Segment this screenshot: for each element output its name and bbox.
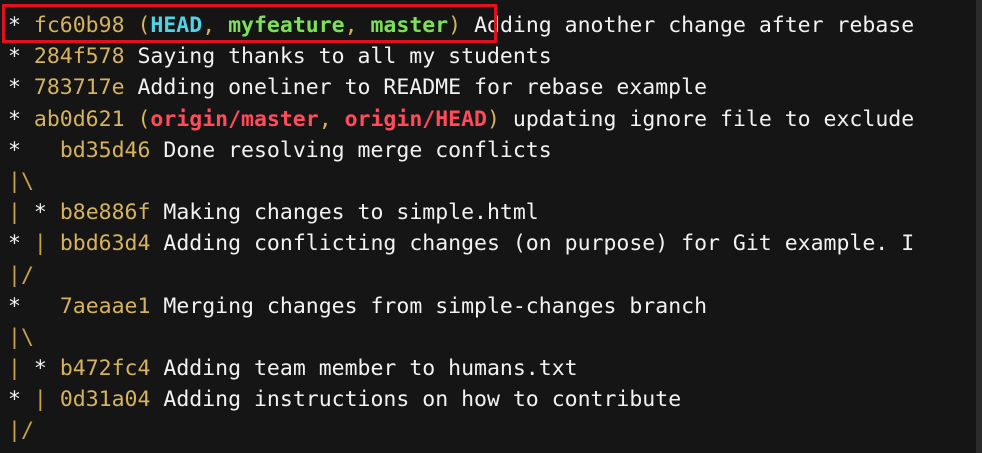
commit-line: * fc60b98 (HEAD, myfeature, master) Addi…	[8, 10, 914, 41]
ref-paren-close: )	[486, 106, 500, 132]
graph-glyphs: *	[8, 106, 21, 132]
ref-label: master	[370, 13, 449, 38]
commit-line: * | 0d31a04 Adding instructions on how t…	[8, 384, 914, 415]
graph-line: |\	[8, 166, 914, 197]
commit-hash: ab0d621	[33, 106, 125, 132]
ref-paren-open: (	[137, 106, 151, 132]
terminal-window: * fc60b98 (HEAD, myfeature, master) Addi…	[0, 0, 982, 453]
commit-message: Saying thanks to all my students	[137, 44, 552, 70]
commit-line: * 7aeaae1 Merging changes from simple-ch…	[8, 291, 914, 322]
commit-line: * 284f578 Saying thanks to all my studen…	[8, 41, 914, 72]
commit-message: updating ignore file to exclude	[512, 106, 915, 132]
graph-line: |/	[8, 415, 914, 446]
ref-label: HEAD	[150, 13, 203, 38]
ref-separator: ,	[318, 106, 345, 132]
commit-hash: b472fc4	[59, 356, 151, 382]
graph-line: |/	[8, 260, 914, 291]
commit-hash: bbd63d4	[59, 231, 151, 257]
commit-line: * | bbd63d4 Adding conflicting changes (…	[8, 228, 914, 259]
commit-hash: fc60b98	[33, 13, 125, 38]
graph-glyphs: | *	[8, 200, 47, 226]
commit-message: Adding another change after rebase	[474, 13, 915, 38]
graph-glyphs: * |	[8, 387, 47, 413]
commit-hash: bd35d46	[59, 137, 151, 163]
window-edge	[976, 0, 982, 453]
commit-message: Adding oneliner to README for rebase exa…	[137, 75, 708, 101]
graph-glyphs: *	[8, 13, 21, 38]
ref-separator: ,	[202, 13, 229, 38]
graph-glyphs: | *	[8, 356, 47, 382]
git-log-graph: * fc60b98 (HEAD, myfeature, master) Addi…	[8, 10, 914, 447]
commit-message: Making changes to simple.html	[163, 200, 539, 226]
commit-line: | * b472fc4 Adding team member to humans…	[8, 353, 914, 384]
graph-glyphs: * |	[8, 231, 47, 257]
ref-label: myfeature	[228, 13, 345, 38]
graph-glyphs: *	[8, 75, 21, 101]
ref-paren-open: (	[137, 13, 151, 38]
commit-hash: 783717e	[33, 75, 125, 101]
ref-label: origin/HEAD	[344, 106, 487, 132]
graph-glyphs: |/	[8, 262, 34, 288]
commit-message: Done resolving merge conflicts	[163, 137, 552, 163]
commit-line: * ab0d621 (origin/master, origin/HEAD) u…	[8, 104, 914, 135]
graph-glyphs: |\	[8, 324, 34, 350]
commit-message: Merging changes from simple-changes bran…	[163, 293, 708, 319]
commit-line: | * b8e886f Making changes to simple.htm…	[8, 197, 914, 228]
commit-line: * 783717e Adding oneliner to README for …	[8, 72, 914, 103]
commit-message: Adding team member to humans.txt	[163, 356, 578, 382]
commit-message: Adding conflicting changes (on purpose) …	[163, 231, 915, 257]
ref-paren-close: )	[448, 13, 462, 38]
commit-hash: 0d31a04	[59, 387, 151, 413]
ref-label: origin/master	[150, 106, 319, 132]
graph-glyphs: |\	[8, 168, 34, 194]
commit-hash: 284f578	[33, 44, 125, 70]
commit-line: * bd35d46 Done resolving merge conflicts	[8, 135, 914, 166]
graph-glyphs: *	[8, 293, 21, 319]
graph-glyphs: *	[8, 137, 21, 163]
ref-separator: ,	[344, 13, 371, 38]
commit-hash: 7aeaae1	[59, 293, 151, 319]
graph-glyphs: |/	[8, 418, 34, 444]
commit-message: Adding instructions on how to contribute	[163, 387, 682, 413]
commit-hash: b8e886f	[59, 200, 151, 226]
graph-glyphs: *	[8, 44, 21, 70]
graph-line: |\	[8, 322, 914, 353]
